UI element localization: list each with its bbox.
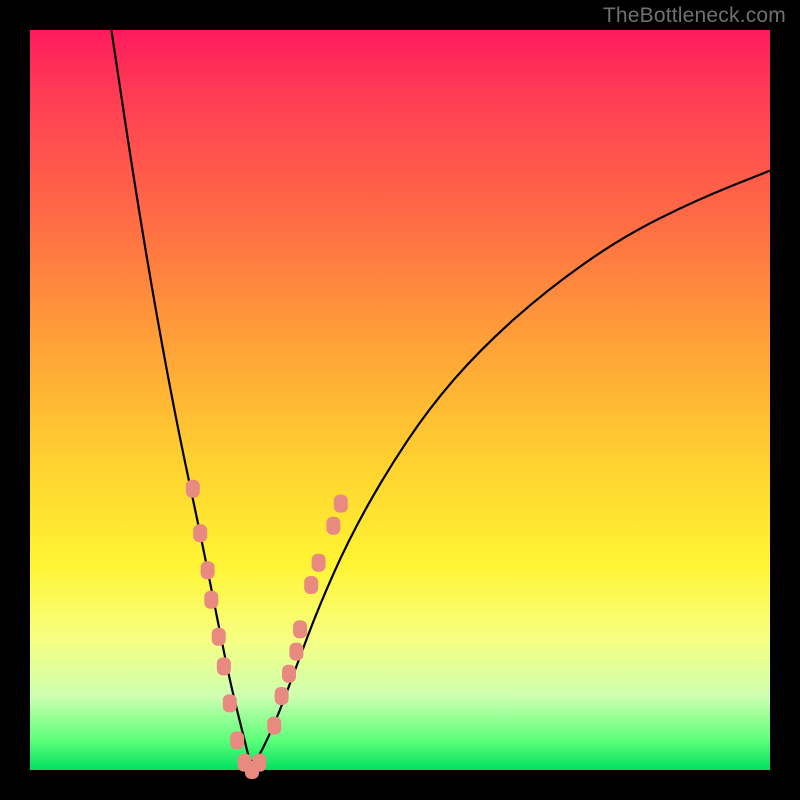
marker-dot bbox=[304, 576, 318, 594]
marker-dot bbox=[230, 731, 244, 749]
marker-dot bbox=[217, 657, 231, 675]
marker-dot bbox=[252, 754, 266, 772]
marker-dot bbox=[201, 561, 215, 579]
chart-frame: TheBottleneck.com bbox=[0, 0, 800, 800]
curve-markers bbox=[186, 480, 348, 779]
plot-area bbox=[30, 30, 770, 770]
marker-dot bbox=[334, 495, 348, 513]
curve-layer bbox=[30, 30, 770, 770]
bottleneck-curve bbox=[111, 30, 770, 761]
marker-dot bbox=[204, 591, 218, 609]
marker-dot bbox=[186, 480, 200, 498]
marker-dot bbox=[212, 628, 226, 646]
marker-dot bbox=[293, 620, 307, 638]
marker-dot bbox=[289, 643, 303, 661]
marker-dot bbox=[275, 687, 289, 705]
marker-dot bbox=[312, 554, 326, 572]
watermark-text: TheBottleneck.com bbox=[603, 4, 786, 28]
marker-dot bbox=[193, 524, 207, 542]
marker-dot bbox=[223, 694, 237, 712]
marker-dot bbox=[267, 717, 281, 735]
marker-dot bbox=[282, 665, 296, 683]
marker-dot bbox=[326, 517, 340, 535]
